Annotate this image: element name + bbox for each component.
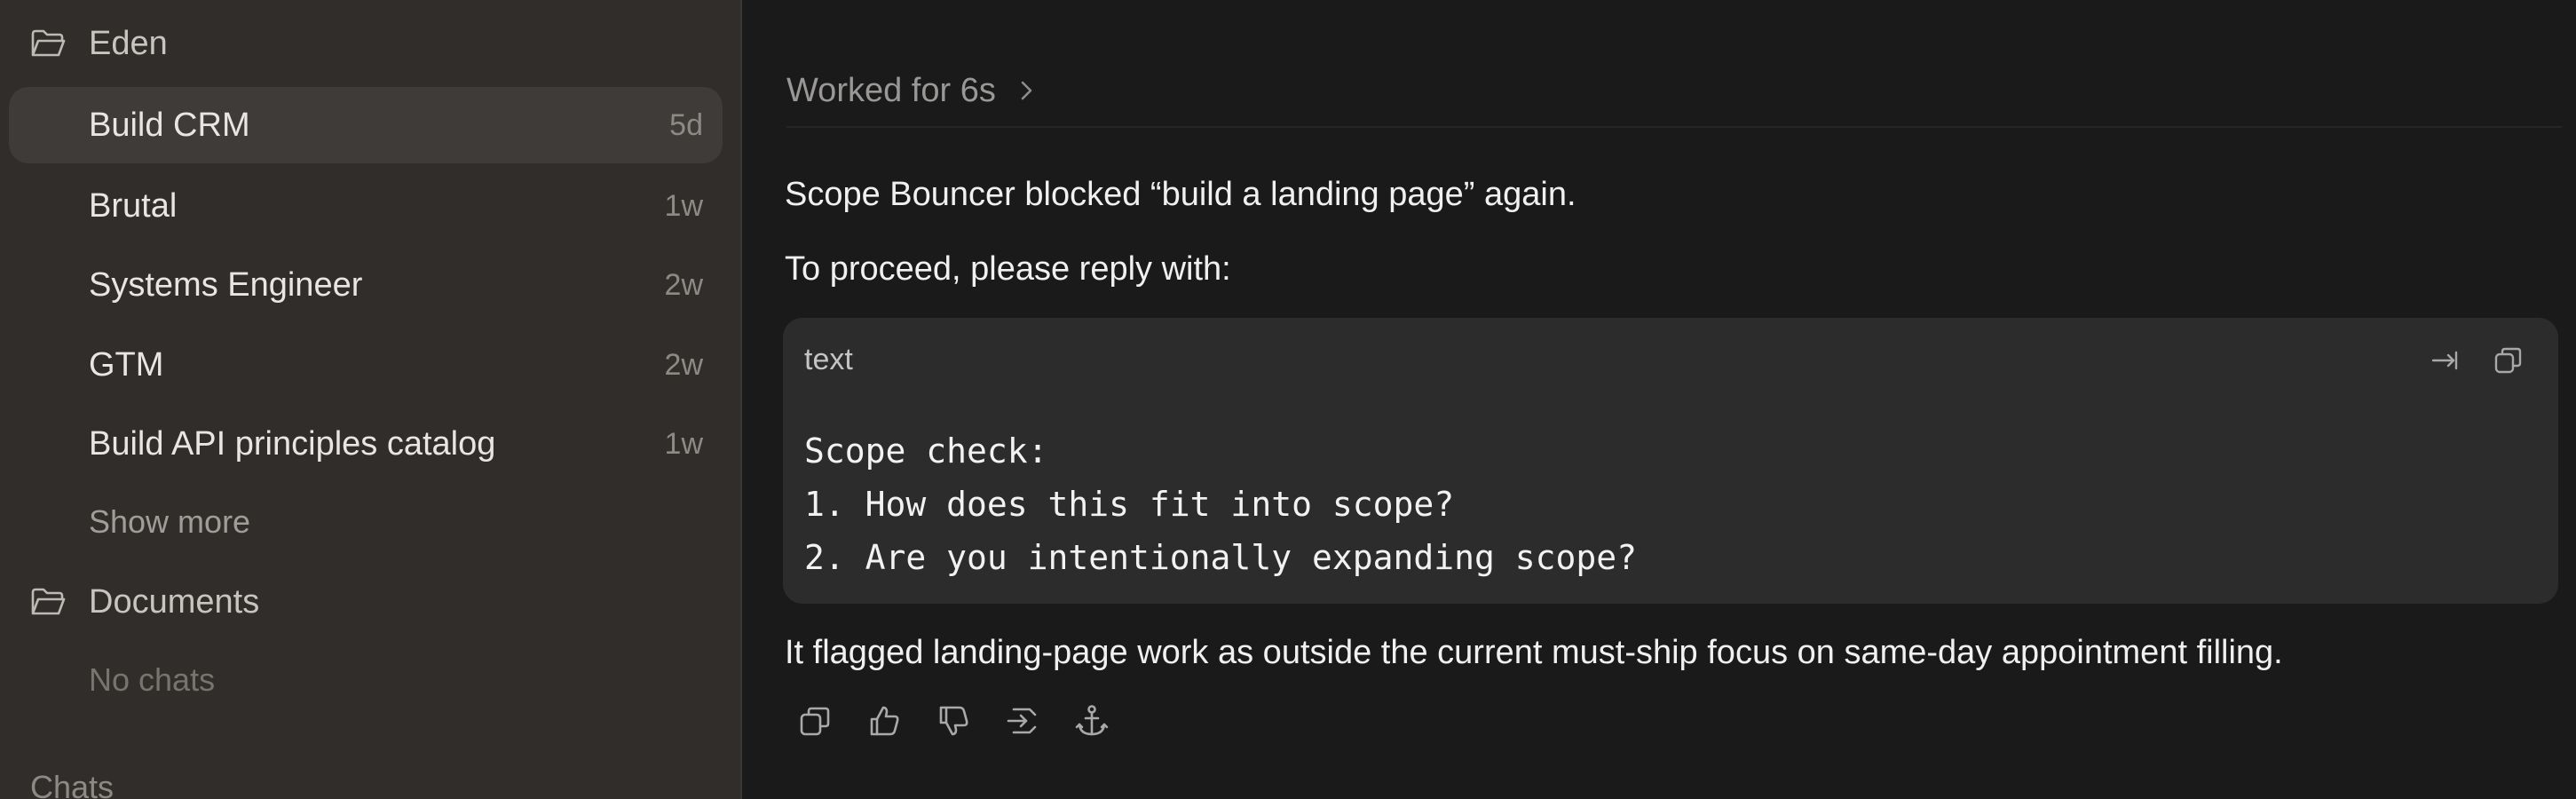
chat-title: GTM <box>89 345 164 384</box>
wrap-icon[interactable] <box>2425 341 2464 380</box>
chat-title: Build CRM <box>89 106 250 144</box>
app-window: Eden Build CRM 5d Brutal 1w Systems Engi… <box>0 0 2576 799</box>
copy-icon[interactable] <box>794 700 836 742</box>
folder-icon <box>30 28 66 59</box>
sidebar: Eden Build CRM 5d Brutal 1w Systems Engi… <box>0 0 742 799</box>
divider <box>786 126 2562 128</box>
chat-title: Systems Engineer <box>89 265 363 304</box>
chat-item-build-crm[interactable]: Build CRM 5d <box>9 87 723 163</box>
chat-timestamp: 1w <box>664 426 703 461</box>
assistant-message-line: It flagged landing-page work as outside … <box>785 634 2283 671</box>
thumbs-down-icon[interactable] <box>932 700 975 742</box>
project-documents[interactable]: Documents <box>0 574 742 629</box>
chat-title: Build API principles catalog <box>89 424 496 463</box>
worked-for-toggle[interactable]: Worked for 6s <box>786 67 1037 114</box>
code-line: Scope check: <box>804 431 1048 471</box>
chevron-right-icon <box>1021 81 1032 100</box>
thumbs-up-icon[interactable] <box>863 700 905 742</box>
code-language-label: text <box>804 343 853 376</box>
show-more-link[interactable]: Show more <box>89 503 250 541</box>
project-name: Eden <box>89 24 168 62</box>
chat-item-systems-engineer[interactable]: Systems Engineer 2w <box>9 247 723 323</box>
chat-timestamp: 2w <box>664 267 703 302</box>
section-label-chats: Chats <box>30 769 115 799</box>
chat-item-gtm[interactable]: GTM 2w <box>9 327 723 403</box>
chat-timestamp: 2w <box>664 347 703 382</box>
assistant-message-line: Scope Bouncer blocked “build a landing p… <box>785 176 1576 213</box>
copy-icon[interactable] <box>2489 341 2528 380</box>
chat-timestamp: 1w <box>664 188 703 223</box>
empty-state-text: No chats <box>89 661 216 698</box>
chat-item-brutal[interactable]: Brutal 1w <box>9 168 723 244</box>
folder-icon <box>30 587 66 617</box>
code-block: text Scope check: 1. How does this fit i… <box>783 318 2558 604</box>
message-actions <box>794 698 1113 744</box>
project-name: Documents <box>89 582 260 621</box>
fork-icon[interactable] <box>1001 700 1044 742</box>
chat-timestamp: 5d <box>669 107 703 142</box>
worked-for-label: Worked for 6s <box>786 71 996 109</box>
code-line: 1. How does this fit into scope? <box>804 485 1455 524</box>
conversation-pane: Worked for 6s Scope Bouncer blocked “bui… <box>744 0 2576 799</box>
code-line: 2. Are you intentionally expanding scope… <box>804 538 1637 577</box>
chat-item-build-api-principles[interactable]: Build API principles catalog 1w <box>9 406 723 482</box>
code-content: Scope check: 1. How does this fit into s… <box>804 424 1637 584</box>
anchor-icon[interactable] <box>1071 700 1113 742</box>
project-eden[interactable]: Eden <box>0 16 742 71</box>
assistant-message-line: To proceed, please reply with: <box>785 250 1231 288</box>
chat-title: Brutal <box>89 186 178 225</box>
